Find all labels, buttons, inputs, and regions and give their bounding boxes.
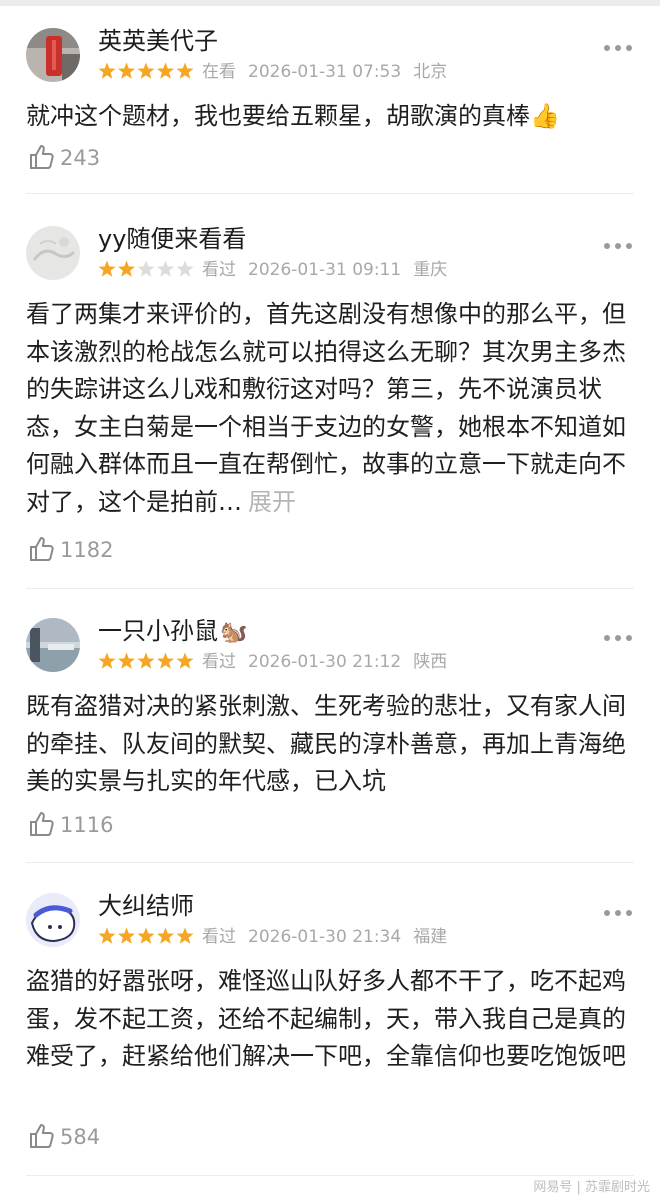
top-bar [0, 0, 660, 6]
star-empty-icon [137, 260, 155, 277]
review-location: 重庆 [413, 260, 448, 280]
avatar[interactable] [26, 28, 80, 82]
avatar[interactable] [26, 618, 80, 672]
review-content: 既有盗猎对决的紧张刺激、生死考验的悲壮，又有家人间的牵挂、队友间的默契、藏民的淳… [26, 692, 626, 795]
star-filled-icon [176, 62, 194, 79]
star-filled-icon [176, 927, 194, 944]
review-content: 就冲这个题材，我也要给五颗星，胡歌演的真棒👍 [26, 102, 560, 130]
avatar[interactable] [26, 893, 80, 947]
review-location: 北京 [413, 62, 448, 82]
star-empty-icon [176, 260, 194, 277]
username[interactable]: 大纠结师 [98, 891, 194, 921]
like-count: 584 [60, 1125, 101, 1149]
star-filled-icon [98, 260, 116, 277]
review-content: 盗猎的好嚣张呀，难怪巡山队好多人都不干了，吃不起鸡蛋，发不起工资，还给不起编制，… [26, 967, 626, 1070]
watch-status: 看过 [202, 652, 236, 672]
star-filled-icon [137, 652, 155, 669]
thumbs-up-icon [30, 537, 54, 561]
star-filled-icon [117, 927, 136, 944]
thumbs-up-icon [30, 145, 54, 169]
review-datetime: 2026-01-31 07:53 [248, 62, 402, 82]
thumbs-up-icon [30, 812, 54, 836]
star-filled-icon [137, 62, 155, 79]
more-options-icon[interactable] [604, 242, 632, 250]
username[interactable]: 英英美代子 [98, 26, 218, 56]
star-filled-icon [98, 927, 116, 944]
star-filled-icon [117, 62, 136, 79]
star-filled-icon [176, 652, 194, 669]
star-rating [98, 652, 194, 670]
watch-status: 看过 [202, 260, 236, 280]
review-location: 陕西 [413, 652, 448, 672]
star-filled-icon [98, 652, 116, 669]
star-rating [98, 62, 194, 80]
like-count: 1116 [60, 813, 114, 837]
squirrel-emoji: 🐿️ [220, 620, 248, 645]
divider [26, 193, 634, 194]
review-datetime: 2026-01-30 21:12 [248, 652, 402, 672]
more-options-icon[interactable] [604, 634, 632, 642]
avatar[interactable] [26, 226, 80, 280]
review-datetime: 2026-01-30 21:34 [248, 927, 402, 947]
star-empty-icon [156, 260, 175, 277]
star-rating [98, 927, 194, 945]
watch-status: 看过 [202, 927, 236, 947]
star-rating [98, 260, 194, 278]
like-count: 1182 [60, 538, 114, 562]
star-filled-icon [98, 62, 116, 79]
username[interactable]: yy随便来看看 [98, 224, 246, 254]
divider [26, 862, 634, 863]
review-datetime: 2026-01-31 09:11 [248, 260, 402, 280]
expand-link[interactable]: 展开 [248, 488, 296, 516]
star-filled-icon [156, 62, 175, 79]
star-filled-icon [156, 927, 175, 944]
review-location: 福建 [413, 927, 448, 947]
watermark: 网易号 | 苏霏剧时光 [533, 1180, 650, 1195]
star-filled-icon [117, 652, 136, 669]
thumbs-up-icon [30, 1124, 54, 1148]
divider [26, 588, 634, 589]
username[interactable]: 一只小孙鼠🐿️ [98, 616, 247, 648]
star-filled-icon [117, 260, 136, 277]
like-count: 243 [60, 146, 101, 170]
star-filled-icon [137, 927, 155, 944]
more-options-icon[interactable] [604, 909, 632, 917]
watch-status: 在看 [202, 62, 236, 82]
review-content: 看了两集才来评价的，首先这剧没有想像中的那么平，但本该激烈的枪战怎么就可以拍得这… [26, 300, 626, 516]
more-options-icon[interactable] [604, 44, 632, 52]
star-filled-icon [156, 652, 175, 669]
